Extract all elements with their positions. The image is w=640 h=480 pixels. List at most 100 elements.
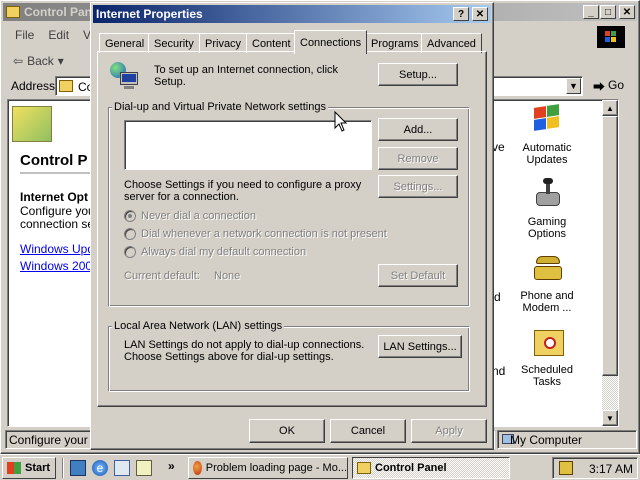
radio-dial-when-needed[interactable]: Dial whenever a network connection is no…	[124, 228, 387, 240]
gaming-options-item[interactable]: Gaming Options	[512, 178, 582, 246]
section-text-1: Configure your	[20, 204, 99, 218]
proxy-settings-text: Choose Settings if you need to configure…	[124, 179, 362, 203]
folder-icon	[59, 80, 73, 92]
go-arrow-icon: ⮕	[593, 80, 606, 94]
title-underline	[20, 172, 92, 174]
back-button[interactable]: Back	[27, 54, 54, 68]
task-control-panel[interactable]: Control Panel	[352, 457, 510, 479]
current-default-label: Current default:	[124, 270, 200, 282]
radio-dial-when-needed-button[interactable]	[124, 228, 136, 240]
windows-flag-icon	[532, 104, 562, 134]
remove-connection-button[interactable]: Remove	[378, 147, 458, 170]
ok-button[interactable]: OK	[249, 419, 325, 443]
task-firefox[interactable]: Problem loading page - Mo...	[188, 457, 348, 479]
status-zone: My Computer	[510, 433, 583, 447]
connections-tab-panel: To set up an Internet connection, click …	[97, 51, 487, 407]
search-icon[interactable]	[136, 460, 152, 476]
go-button[interactable]: ⮕ Go	[593, 78, 624, 95]
add-connection-button[interactable]: Add...	[378, 118, 458, 141]
phone-modem-item[interactable]: Phone and Modem ...	[512, 252, 582, 320]
lan-settings-group-label: Local Area Network (LAN) settings	[112, 320, 285, 332]
dialog-close-button[interactable]: ✕	[472, 7, 488, 21]
tab-connections[interactable]: Connections	[294, 30, 368, 54]
show-desktop-icon[interactable]	[70, 460, 86, 476]
lan-description: LAN Settings do not apply to dial-up con…	[124, 339, 365, 363]
ie-icon[interactable]: e	[92, 460, 108, 476]
radio-never-dial[interactable]: Never dial a connection	[124, 210, 256, 222]
windows-2000-link[interactable]: Windows 2000	[20, 259, 99, 273]
automatic-updates-label: Automatic Updates	[522, 142, 572, 166]
network-globe-icon	[110, 62, 144, 92]
windows-logo-icon	[7, 462, 21, 474]
close-button[interactable]: ✕	[619, 5, 635, 19]
tab-advanced[interactable]: Advanced	[421, 33, 482, 53]
mouse-cursor-icon	[334, 111, 348, 132]
tab-general[interactable]: General	[99, 33, 151, 53]
tab-content[interactable]: Content	[246, 33, 297, 53]
partial-label: nd	[492, 364, 506, 378]
page-title: Control P	[20, 152, 88, 169]
set-default-button[interactable]: Set Default	[378, 264, 458, 287]
clock[interactable]: 3:17 AM	[589, 462, 633, 476]
menu-edit[interactable]: Edit	[48, 28, 69, 46]
current-default-value: None	[214, 270, 241, 282]
lan-settings-button[interactable]: LAN Settings...	[378, 335, 462, 358]
folder-clock-icon	[534, 330, 564, 356]
scroll-down-button[interactable]: ▼	[602, 410, 618, 426]
dialog-title: Internet Properties	[96, 7, 203, 21]
radio-never-dial-button[interactable]	[124, 210, 136, 222]
quick-launch-more[interactable]: »	[168, 459, 175, 473]
help-button[interactable]: ?	[453, 7, 469, 21]
back-arrow-icon: ⇦	[13, 54, 24, 68]
tab-privacy[interactable]: Privacy	[199, 33, 248, 53]
joystick-icon	[534, 178, 562, 210]
start-button[interactable]: Start	[2, 457, 56, 479]
windows-update-link[interactable]: Windows Upd	[20, 242, 94, 256]
radio-dial-when-needed-label: Dial whenever a network connection is no…	[141, 228, 387, 240]
maximize-button[interactable]: □	[600, 5, 616, 19]
section-title: Internet Opt	[20, 190, 88, 204]
windows-logo-icon	[597, 26, 625, 48]
scroll-up-button[interactable]: ▲	[602, 100, 618, 116]
folder-icon	[6, 6, 20, 18]
vertical-scrollbar[interactable]: ▲ ▼	[602, 100, 618, 426]
dialup-vpn-group-label: Dial-up and Virtual Private Network sett…	[112, 101, 328, 113]
toolbar: ⇦ Back ▾	[5, 51, 64, 71]
settings-button[interactable]: Settings...	[378, 175, 458, 198]
task-control-panel-label: Control Panel	[375, 462, 447, 474]
task-firefox-label: Problem loading page - Mo...	[205, 462, 347, 474]
menu-bar: File Edit V	[5, 28, 91, 46]
apply-button[interactable]: Apply	[411, 419, 487, 443]
radio-always-dial-label: Always dial my default connection	[141, 246, 307, 258]
go-label: Go	[608, 78, 625, 92]
address-dropdown-button[interactable]: ▼	[566, 78, 581, 94]
control-panel-icon	[357, 462, 371, 474]
dialog-titlebar[interactable]: Internet Properties ? ✕	[93, 5, 491, 23]
phone-icon	[534, 254, 564, 282]
back-dropdown-icon[interactable]: ▾	[58, 54, 64, 68]
radio-never-dial-label: Never dial a connection	[141, 210, 256, 222]
start-label: Start	[25, 462, 51, 474]
phone-modem-label: Phone and Modem ...	[520, 290, 574, 314]
tray-key-icon[interactable]	[559, 461, 573, 475]
radio-always-dial[interactable]: Always dial my default connection	[124, 246, 306, 258]
scheduled-tasks-label: Scheduled Tasks	[521, 364, 573, 388]
taskbar-separator	[62, 458, 64, 478]
automatic-updates-item[interactable]: Automatic Updates	[512, 102, 582, 170]
scheduled-tasks-item[interactable]: Scheduled Tasks	[512, 326, 582, 394]
control-panel-emblem-icon	[12, 106, 52, 142]
tab-security[interactable]: Security	[148, 33, 200, 53]
address-label: Address	[11, 79, 56, 93]
system-tray: 3:17 AM	[552, 457, 638, 479]
status-bar-right: My Computer	[497, 430, 637, 449]
scroll-thumb[interactable]	[602, 116, 618, 376]
menu-file[interactable]: File	[5, 28, 34, 46]
internet-properties-dialog: Internet Properties ? ✕ General Security…	[90, 2, 494, 450]
setup-button[interactable]: Setup...	[378, 63, 458, 86]
radio-always-dial-button[interactable]	[124, 246, 136, 258]
firefox-icon	[193, 461, 202, 475]
cancel-button[interactable]: Cancel	[330, 419, 406, 443]
minimize-button[interactable]: _	[583, 5, 599, 19]
outlook-icon[interactable]	[114, 460, 130, 476]
tab-programs[interactable]: Programs	[365, 33, 425, 53]
